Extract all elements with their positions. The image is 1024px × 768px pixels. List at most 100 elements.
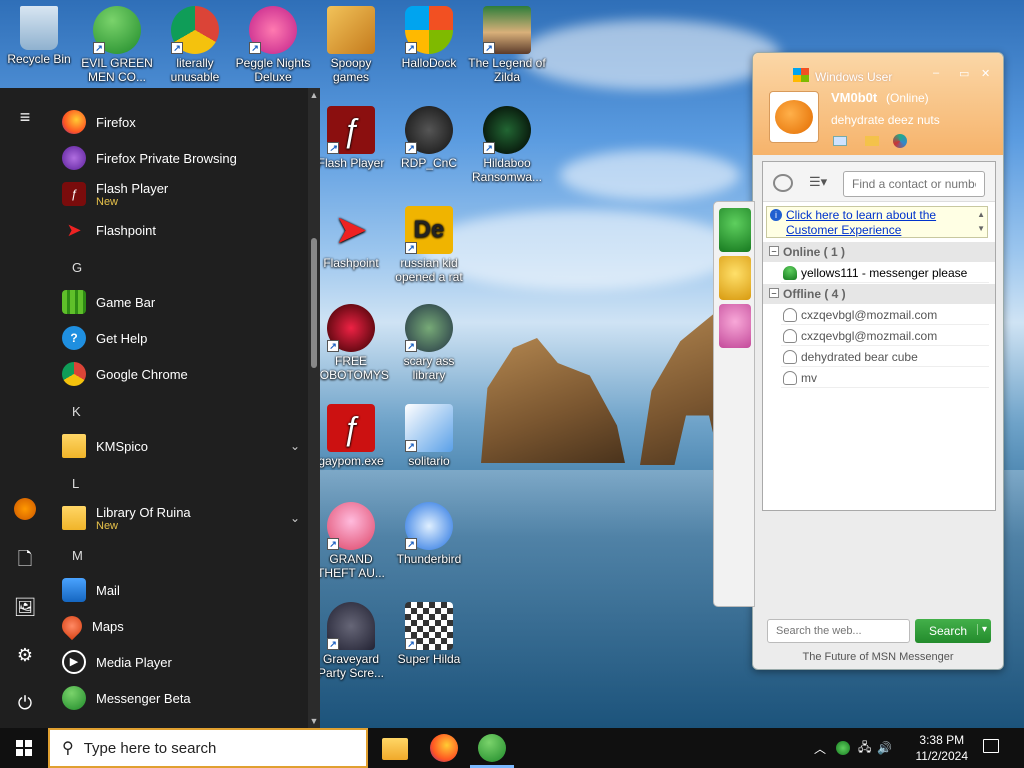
contact-list-panel: ☰▾ i Click here to learn about the Custo… (762, 161, 996, 511)
file-explorer-icon[interactable] (382, 738, 408, 760)
desktop-icon-flash-player[interactable]: ƒ ↗ Flash Player (312, 106, 390, 170)
desktop-icon-free-lobotomys[interactable]: ↗ FREE LOBOTOMYS (312, 304, 390, 382)
volume-icon[interactable]: 🔊 (877, 741, 892, 755)
desktop-icon-solitario[interactable]: ↗ solitario (390, 404, 468, 468)
customer-experience-banner[interactable]: i Click here to learn about the Customer… (766, 206, 988, 238)
desktop-icon-hildaboo[interactable]: ↗ Hildaboo Ransomwa... (468, 106, 546, 184)
desktop-icon-hallodock[interactable]: ↗ HalloDock (390, 6, 468, 70)
app-item-google-chrome[interactable]: Google Chrome (62, 356, 308, 392)
desktop-icon-gta[interactable]: ↗ GRAND THEFT AU... (312, 502, 390, 580)
desktop-icon-rdp-cnc[interactable]: ↗ RDP_CnC (390, 106, 468, 170)
collapse-icon[interactable]: – (769, 288, 779, 298)
letter-header-m[interactable]: M (72, 548, 83, 563)
find-contact-input[interactable] (843, 171, 985, 197)
web-search-button[interactable]: Search ▾ (915, 619, 991, 643)
chevron-down-icon[interactable]: ⌄ (290, 511, 300, 525)
app-item-flashpoint[interactable]: ➤ Flashpoint (62, 212, 308, 248)
close-button[interactable]: ✕ (981, 67, 990, 80)
contact-offline[interactable]: dehydrated bear cube (781, 347, 989, 367)
desktop-icon-russian-kid[interactable]: De ↗ russian kid opened a rat (390, 206, 468, 284)
user-avatar[interactable] (769, 91, 819, 143)
app-item-mail[interactable]: Mail (62, 572, 308, 608)
start-menu: ≡ 🗋 🖼 ⚙ ⏻ Firefox Firefox Private Browsi… (0, 88, 320, 728)
desktop-icon-flashpoint[interactable]: ➤ Flashpoint (312, 206, 390, 270)
contact-offline[interactable]: cxzqevbgl@mozmail.com (781, 305, 989, 325)
user-avatar[interactable] (14, 498, 36, 520)
letter-header-k[interactable]: K (72, 404, 81, 419)
contact-toolbar: ☰▾ (763, 162, 995, 202)
chevron-down-icon[interactable]: ⌄ (290, 439, 300, 453)
firefox-icon[interactable] (430, 734, 458, 762)
documents-icon[interactable]: 🗋 (12, 546, 38, 572)
add-contact-icon[interactable] (773, 174, 793, 192)
pictures-icon[interactable]: 🖼 (12, 594, 38, 620)
dropdown-arrow-icon[interactable]: ▾ (976, 624, 987, 635)
app-item-maps[interactable]: Maps (57, 608, 308, 644)
app-item-library-of-ruina[interactable]: Library Of Ruina New ⌄ (62, 500, 308, 536)
start-button[interactable] (0, 728, 48, 768)
banner-scroll-icon[interactable]: ▲ ▼ (977, 208, 985, 236)
chevron-up-icon[interactable]: ︿ (814, 740, 826, 757)
anime-character-icon: ↗ (327, 502, 375, 550)
notification-icon[interactable] (983, 739, 999, 753)
app-item-messenger-beta[interactable]: Messenger Beta (62, 680, 308, 716)
scroll-down-icon[interactable]: ▼ (308, 716, 320, 726)
clock-time: 3:38 PM (919, 733, 965, 747)
network-icon[interactable]: 🖧 (858, 738, 871, 759)
desktop-icon-recycle-bin[interactable]: Recycle Bin (0, 6, 78, 66)
alerts-bell-icon[interactable] (719, 256, 751, 300)
list-options-icon[interactable]: ☰▾ (809, 174, 827, 190)
taskbar-search-box[interactable]: ⚲ Type here to search (48, 728, 368, 768)
minimize-button[interactable]: – (933, 67, 939, 79)
letter-header-g[interactable]: G (72, 260, 82, 275)
app-label: Maps (92, 618, 124, 634)
desktop-icon-graveyard-party[interactable]: ↗ Graveyard Party Scre... (312, 602, 390, 680)
letter-header-l[interactable]: L (72, 476, 79, 491)
collapse-icon[interactable]: – (769, 246, 779, 256)
desktop-icon-scary-library[interactable]: ↗ scary ass library (390, 304, 468, 382)
power-icon[interactable]: ⏻ (12, 690, 38, 716)
display-name[interactable]: VM0b0t (831, 90, 877, 105)
messenger-people-icon[interactable] (478, 734, 506, 762)
app-item-game-bar[interactable]: Game Bar (62, 284, 308, 320)
contact-offline[interactable]: cxzqevbgl@mozmail.com (781, 326, 989, 346)
app-item-firefox[interactable]: Firefox (62, 104, 308, 140)
desktop-icon-literally-unusable[interactable]: ↗ literally unusable (156, 6, 234, 84)
presence-status[interactable]: (Online) (886, 91, 929, 105)
personal-message[interactable]: dehydrate deez nuts (831, 113, 940, 127)
settings-gear-icon[interactable]: ⚙ (12, 642, 38, 668)
desktop-icon-evil-green-men[interactable]: ↗ EVIL GREEN MEN CO... (78, 6, 156, 84)
contact-online[interactable]: yellows111 - messenger please (781, 263, 989, 283)
offline-group-header[interactable]: – Offline ( 4 ) (763, 284, 995, 304)
app-item-kmspico[interactable]: KMSpico ⌄ (62, 428, 308, 464)
app-item-media-player[interactable]: ▶ Media Player (62, 644, 308, 680)
desktop-icon-thunderbird[interactable]: ↗ Thunderbird (390, 502, 468, 566)
web-search-input[interactable] (767, 619, 910, 643)
app-item-firefox-private[interactable]: Firefox Private Browsing (62, 140, 308, 176)
mail-icon[interactable] (833, 136, 847, 146)
desktop-icon-gaypom[interactable]: ƒ gaypom.exe (312, 404, 390, 468)
customer-experience-link[interactable]: Click here to learn about the Customer E… (786, 208, 966, 238)
desktop-icon-legend-of-zilda[interactable]: ↗ The Legend of Zilda (468, 6, 546, 84)
messenger-tray-icon[interactable] (836, 741, 851, 755)
scroll-up-icon[interactable]: ▲ (308, 90, 320, 100)
desktop-icon-peggle[interactable]: ↗ Peggle Nights Deluxe (234, 6, 312, 84)
app-item-get-help[interactable]: ? Get Help (62, 320, 308, 356)
icon-label: scary ass library (403, 354, 455, 382)
online-group-header[interactable]: – Online ( 1 ) (763, 242, 995, 262)
globe-icon[interactable] (893, 134, 907, 148)
contacts-tab-icon[interactable] (719, 208, 751, 252)
scroll-thumb[interactable] (311, 238, 317, 368)
desktop-icon-super-hilda[interactable]: ↗ Super Hilda (390, 602, 468, 666)
contact-offline[interactable]: mv (781, 368, 989, 388)
messenger-people-icon (62, 686, 86, 710)
new-badge: New (96, 195, 119, 208)
app-item-flash-player[interactable]: ƒ Flash Player New (62, 176, 308, 212)
folder-icon[interactable] (865, 136, 879, 146)
hamburger-menu-icon[interactable]: ≡ (12, 104, 38, 130)
desktop-icon-spoopy-games[interactable]: Spoopy games (312, 6, 390, 84)
restore-button[interactable]: ▭ (959, 67, 969, 80)
app-list-scrollbar[interactable]: ▲ ▼ (308, 88, 320, 728)
taskbar-clock[interactable]: 3:38 PM 11/2/2024 (916, 732, 969, 764)
games-tab-icon[interactable] (719, 304, 751, 348)
